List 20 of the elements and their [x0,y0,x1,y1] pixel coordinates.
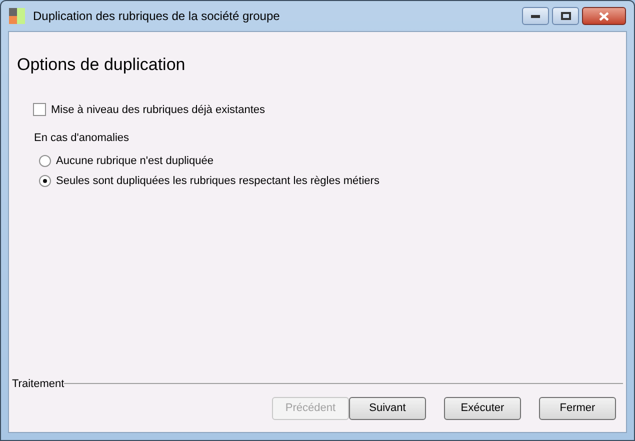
dialog-button[interactable]: Suivant [349,397,426,420]
upgrade-checkbox[interactable] [33,103,46,116]
app-icon [9,8,25,24]
radio-button[interactable] [39,175,51,188]
minimize-icon [531,14,540,18]
dialog-button[interactable]: Exécuter [444,397,521,420]
group-label: En cas d'anomalies [34,131,130,146]
radio-button[interactable] [39,154,51,167]
window-title: Duplication des rubriques de la société groupe [33,8,280,25]
section-label: Traitement [12,376,64,392]
checkbox-label: Mise à niveau des rubriques déjà existantes [51,102,266,118]
minimize-button[interactable] [522,7,549,25]
close-icon [599,12,609,20]
maximize-button[interactable] [552,7,579,25]
radio-label: Aucune rubrique n'est dupliquée [56,154,214,168]
close-button[interactable] [582,7,626,25]
page-heading: Options de duplication [17,54,186,76]
maximize-icon [560,12,570,20]
dialog-button[interactable]: Fermer [539,397,616,420]
radio-label: Seules sont dupliquées les rubriques respectant les règles métiers [56,174,380,189]
